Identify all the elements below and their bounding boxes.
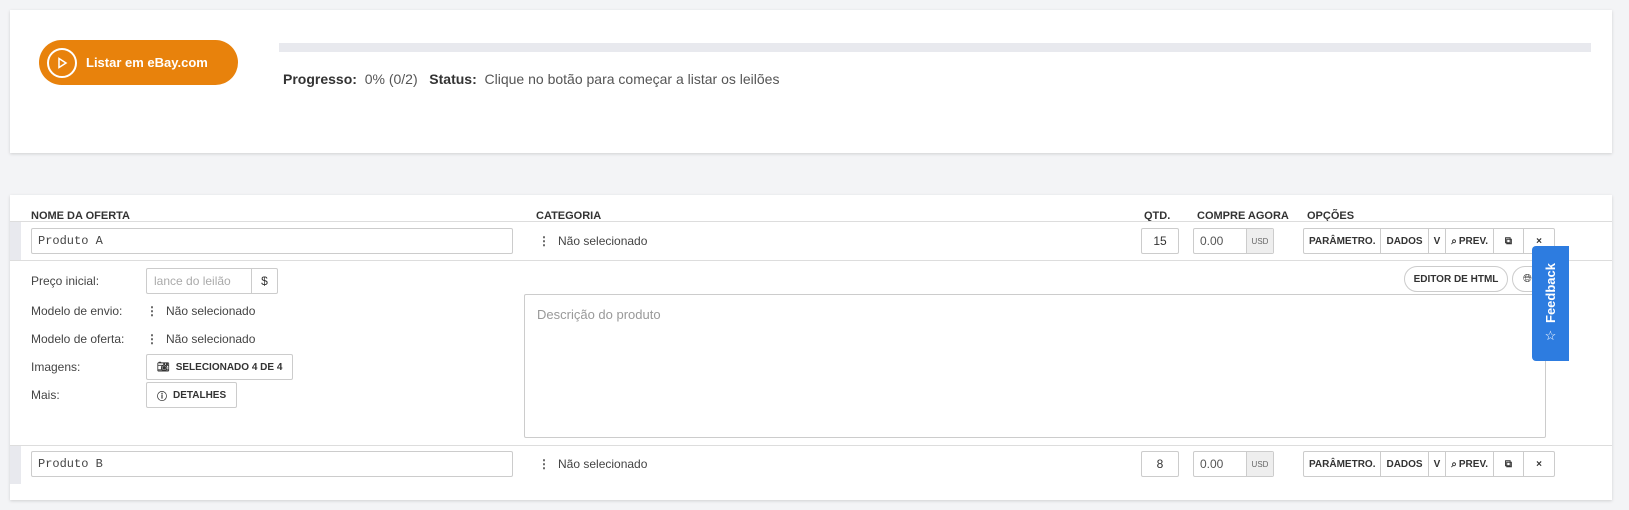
search-icon: ⌕: [1451, 235, 1457, 247]
v-button[interactable]: V: [1429, 452, 1447, 476]
shipping-template-select[interactable]: ⋮ Não selecionado: [146, 304, 255, 318]
category-value: Não selecionado: [558, 234, 648, 248]
start-price-input[interactable]: lance do leilão $: [146, 268, 278, 294]
images-button-label: SELECIONADO 4 DE 4: [175, 361, 283, 373]
shipping-template-value: Não selecionado: [166, 304, 256, 318]
list-button-label: Listar em eBay.com: [86, 55, 208, 70]
more-vert-icon: ⋮: [538, 234, 550, 248]
params-button[interactable]: PARÂMETRO.: [1304, 452, 1382, 476]
more-vert-icon: ⋮: [146, 304, 158, 318]
more-label: Mais:: [31, 388, 60, 402]
qty-input[interactable]: 15: [1141, 228, 1179, 254]
copy-button[interactable]: ⧉: [1494, 452, 1524, 476]
progress-value: 0% (0/2): [364, 71, 418, 87]
play-icon: [47, 47, 77, 78]
qty-input[interactable]: 8: [1141, 451, 1179, 477]
start-price-placeholder: lance do leilão: [154, 274, 231, 288]
html-editor-button[interactable]: EDITOR DE HTML: [1404, 266, 1508, 292]
category-value: Não selecionado: [558, 457, 648, 471]
copy-icon: ⧉: [1504, 458, 1513, 470]
delete-button[interactable]: ×: [1524, 452, 1554, 476]
copy-button[interactable]: ⧉: [1494, 229, 1524, 253]
offers-table: NOME DA OFERTA CATEGORIA QTD. COMPRE AGO…: [10, 195, 1612, 500]
row-drag-handle[interactable]: [10, 222, 21, 260]
divider: [10, 260, 1612, 261]
status-label: Status:: [429, 71, 477, 87]
price-value: 0.00: [1200, 457, 1224, 471]
feedback-tab[interactable]: Feedback ☆: [1532, 246, 1569, 361]
row-options: PARÂMETRO. DADOS V ⌕ PREV. ⧉ ×: [1303, 451, 1555, 477]
details-button-label: DETALHES: [173, 389, 227, 401]
buy-now-price-input[interactable]: 0.00 USD: [1193, 228, 1274, 254]
category-select[interactable]: ⋮ Não selecionado: [538, 457, 647, 471]
progress-status-line: Progresso: 0% (0/2) Status: Clique no bo…: [283, 71, 779, 87]
params-button[interactable]: PARÂMETRO.: [1304, 229, 1382, 253]
category-select[interactable]: ⋮ Não selecionado: [538, 234, 647, 248]
start-price-label: Preço inicial:: [31, 274, 100, 288]
offer-template-label: Modelo de oferta:: [31, 332, 125, 346]
divider: [10, 221, 1612, 222]
images-label: Imagens:: [31, 360, 81, 374]
preview-button[interactable]: ⌕ PREV.: [1446, 452, 1494, 476]
info-icon: ⓘ: [157, 391, 167, 403]
feedback-label: Feedback: [1543, 262, 1558, 323]
offer-template-select[interactable]: ⋮ Não selecionado: [146, 332, 255, 346]
description-textarea[interactable]: Descrição do produto: [524, 294, 1546, 438]
status-value: Clique no botão para começar a listar os…: [484, 71, 780, 87]
preview-label: PREV.: [1458, 458, 1488, 470]
currency-label: USD: [1246, 452, 1273, 476]
data-button[interactable]: DADOS: [1381, 452, 1429, 476]
copy-icon: ⧉: [1504, 235, 1513, 247]
shipping-template-label: Modelo de envio:: [31, 304, 123, 318]
row-drag-handle[interactable]: [10, 446, 21, 484]
start-price-currency: $: [251, 269, 277, 293]
preview-button[interactable]: ⌕ PREV.: [1446, 229, 1494, 253]
offer-name-input[interactable]: Produto B: [31, 451, 513, 477]
offer-template-value: Não selecionado: [166, 332, 256, 346]
currency-label: USD: [1246, 229, 1273, 253]
images-button[interactable]: 📷︎ SELECIONADO 4 DE 4: [146, 354, 294, 380]
listing-panel: Listar em eBay.com Progresso: 0% (0/2) S…: [10, 10, 1612, 153]
price-value: 0.00: [1200, 234, 1224, 248]
star-icon: ☆: [1544, 328, 1557, 344]
progress-bar: [279, 43, 1591, 52]
list-on-ebay-button[interactable]: Listar em eBay.com: [39, 40, 238, 85]
globe-icon: 🌐︎: [1523, 272, 1532, 285]
divider: [10, 445, 1612, 446]
details-button[interactable]: ⓘ DETALHES: [146, 382, 238, 408]
offer-name-input[interactable]: Produto A: [31, 228, 513, 254]
row-options: PARÂMETRO. DADOS V ⌕ PREV. ⧉ ×: [1303, 228, 1555, 254]
data-button[interactable]: DADOS: [1381, 229, 1429, 253]
buy-now-price-input[interactable]: 0.00 USD: [1193, 451, 1274, 477]
camera-icon: 📷︎: [157, 361, 170, 373]
more-vert-icon: ⋮: [538, 457, 550, 471]
preview-label: PREV.: [1458, 235, 1488, 247]
search-icon: ⌕: [1451, 458, 1457, 470]
v-button[interactable]: V: [1429, 229, 1447, 253]
progress-label: Progresso:: [283, 71, 357, 87]
more-vert-icon: ⋮: [146, 332, 158, 346]
